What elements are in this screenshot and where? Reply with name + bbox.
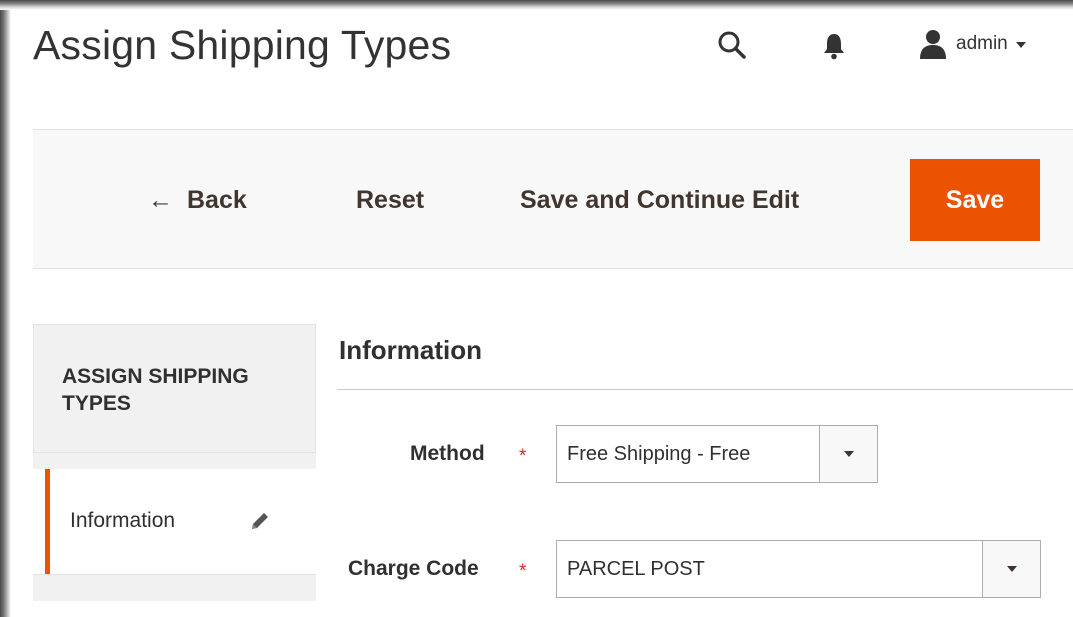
sidebar-header: ASSIGN SHIPPING TYPES — [33, 324, 316, 453]
reset-button[interactable]: Reset — [356, 130, 424, 270]
sidebar-item-label: Information — [70, 509, 176, 532]
sidebar-footer — [33, 574, 316, 601]
required-marker: * — [519, 561, 527, 582]
required-marker: * — [519, 446, 527, 467]
pencil-icon — [248, 509, 272, 533]
method-select-toggle[interactable] — [819, 426, 877, 482]
arrow-left-icon: ← — [148, 185, 173, 214]
sidebar-spacer — [33, 453, 316, 469]
user-icon — [918, 29, 948, 59]
charge-code-label: Charge Code — [348, 557, 479, 580]
save-and-continue-button[interactable]: Save and Continue Edit — [520, 130, 799, 270]
bell-icon[interactable] — [822, 32, 846, 60]
charge-code-select-value: PARCEL POST — [567, 558, 705, 580]
window-edge-top — [0, 0, 1073, 10]
page-title: Assign Shipping Types — [33, 22, 452, 68]
method-select-value: Free Shipping - Free — [567, 443, 751, 465]
back-button[interactable]: ← Back — [148, 130, 247, 270]
charge-code-select[interactable]: PARCEL POST — [556, 540, 1041, 598]
method-select[interactable]: Free Shipping - Free — [556, 425, 878, 483]
chevron-down-icon — [844, 451, 854, 457]
sidebar-item-information[interactable]: Information — [45, 469, 316, 574]
sidebar-title: ASSIGN SHIPPING TYPES — [62, 365, 249, 415]
user-menu[interactable]: admin — [918, 28, 1026, 60]
save-button[interactable]: Save — [910, 159, 1040, 241]
section-title: Information — [339, 335, 482, 365]
section-divider — [337, 389, 1073, 390]
chevron-down-icon — [1015, 42, 1026, 48]
page-actions-toolbar: ← Back Reset Save and Continue Edit Save — [33, 129, 1073, 269]
method-label: Method — [410, 442, 485, 465]
back-button-label: Back — [187, 185, 247, 214]
sidebar: ASSIGN SHIPPING TYPES Information — [33, 324, 316, 601]
user-name: admin — [956, 33, 1008, 54]
charge-code-select-toggle[interactable] — [982, 541, 1040, 597]
chevron-down-icon — [1007, 566, 1017, 572]
window-edge-left — [0, 0, 11, 617]
search-icon[interactable] — [717, 30, 747, 60]
